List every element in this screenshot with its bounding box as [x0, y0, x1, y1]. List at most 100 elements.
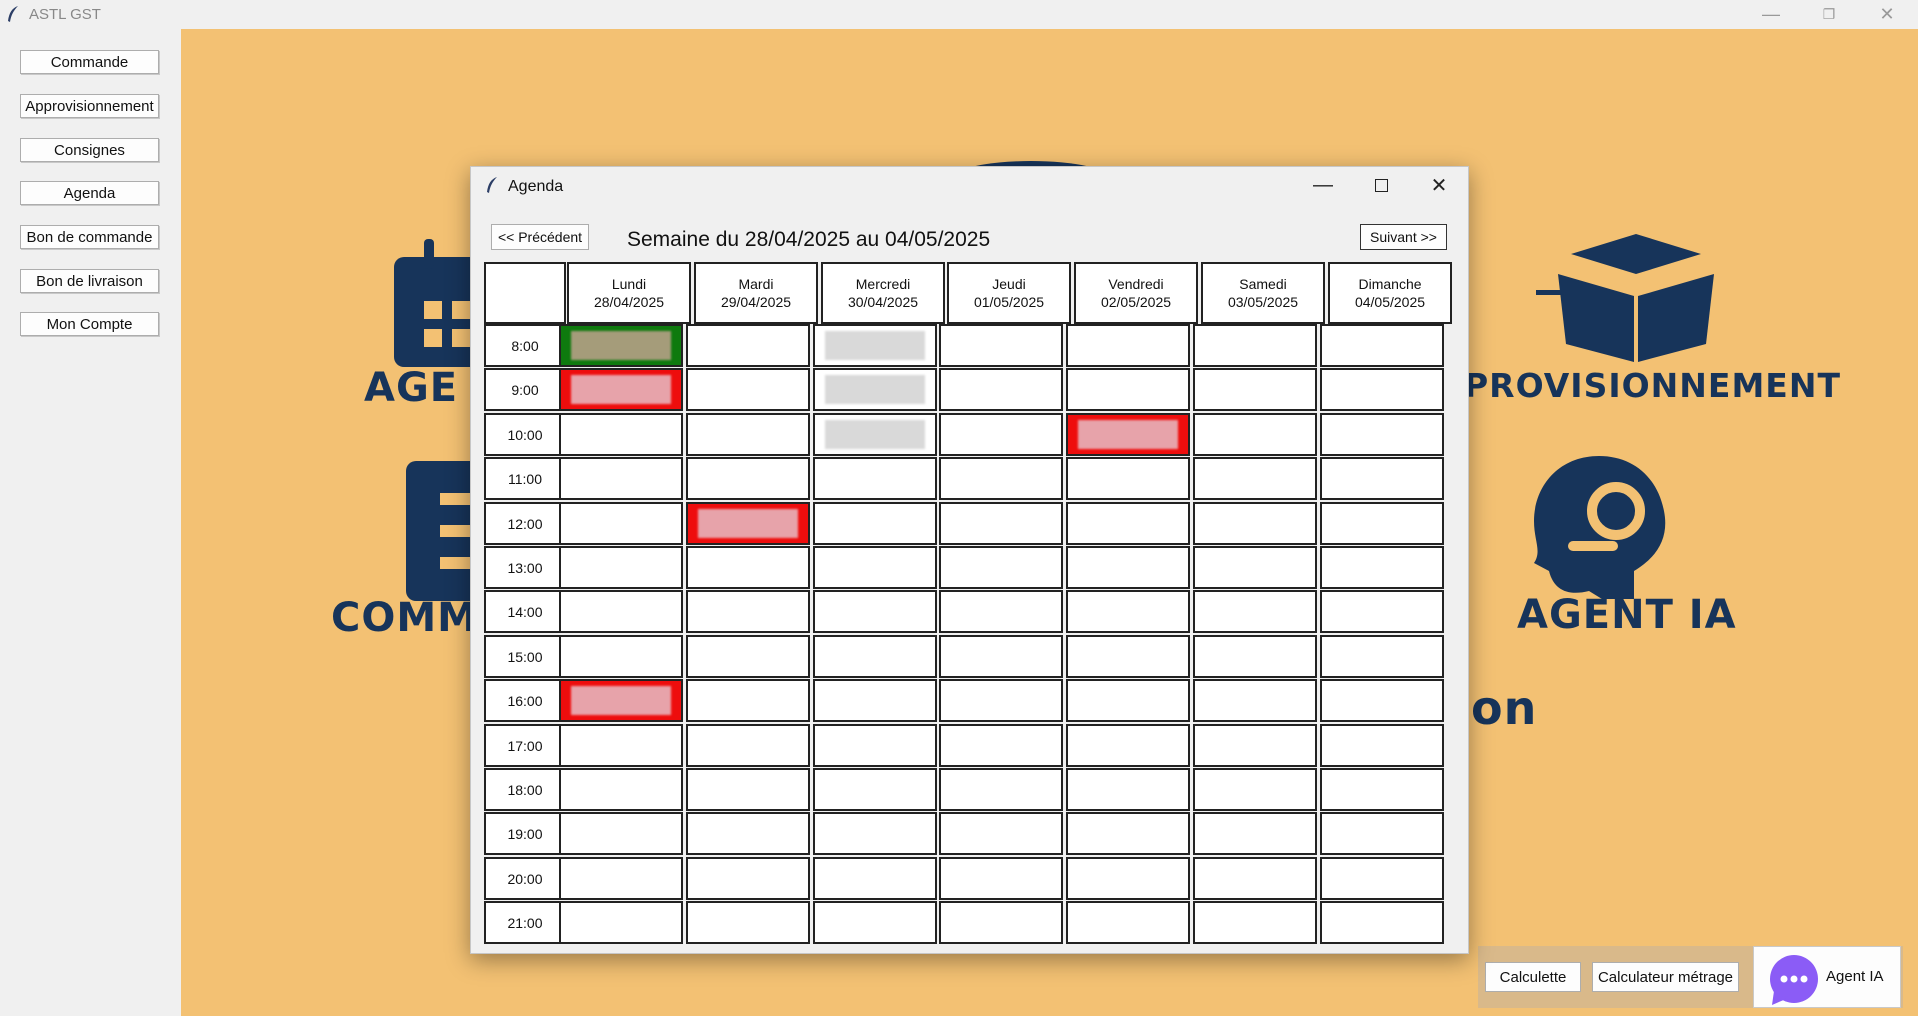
agenda-slot[interactable]: [939, 724, 1063, 767]
agenda-slot[interactable]: [1193, 546, 1317, 589]
calculateur-metrage-button[interactable]: Calculateur métrage: [1592, 962, 1739, 992]
agenda-slot[interactable]: [686, 413, 810, 456]
agenda-slot[interactable]: [1066, 546, 1190, 589]
sidebar-item-commande[interactable]: Commande: [20, 50, 159, 74]
agenda-slot[interactable]: [813, 635, 937, 678]
agenda-slot[interactable]: [1193, 324, 1317, 367]
agenda-slot[interactable]: [813, 502, 937, 545]
agenda-slot[interactable]: [813, 901, 937, 944]
agenda-slot[interactable]: [559, 546, 683, 589]
agenda-slot[interactable]: [1193, 635, 1317, 678]
agenda-slot[interactable]: [1193, 679, 1317, 722]
agenda-slot[interactable]: [813, 679, 937, 722]
agenda-slot[interactable]: [813, 590, 937, 633]
agenda-slot[interactable]: [1320, 457, 1444, 500]
agenda-slot[interactable]: [1320, 413, 1444, 456]
sidebar-item-bon-de-livraison[interactable]: Bon de livraison: [20, 269, 159, 293]
agenda-slot[interactable]: [1193, 502, 1317, 545]
agenda-slot[interactable]: [1320, 812, 1444, 855]
agenda-slot[interactable]: [1320, 590, 1444, 633]
agenda-slot[interactable]: [813, 857, 937, 900]
agenda-event[interactable]: [559, 679, 683, 722]
agenda-slot[interactable]: [1066, 457, 1190, 500]
agenda-slot[interactable]: [1320, 679, 1444, 722]
agenda-slot[interactable]: [939, 679, 1063, 722]
agenda-slot[interactable]: [1066, 768, 1190, 811]
agenda-event[interactable]: [686, 502, 810, 545]
calculette-button[interactable]: Calculette: [1485, 962, 1581, 992]
agenda-slot[interactable]: [1066, 901, 1190, 944]
agenda-slot[interactable]: [939, 857, 1063, 900]
agenda-event[interactable]: [1066, 413, 1190, 456]
sidebar-item-approvisionnement[interactable]: Approvisionnement: [20, 94, 159, 118]
agenda-slot[interactable]: [559, 502, 683, 545]
agenda-slot[interactable]: [1320, 324, 1444, 367]
agenda-slot[interactable]: [686, 635, 810, 678]
agenda-slot[interactable]: [559, 457, 683, 500]
agenda-slot[interactable]: [1066, 724, 1190, 767]
agenda-slot[interactable]: [1066, 502, 1190, 545]
agenda-slot[interactable]: [559, 724, 683, 767]
sidebar-item-mon-compte[interactable]: Mon Compte: [20, 312, 159, 336]
agenda-slot[interactable]: [939, 546, 1063, 589]
agenda-slot[interactable]: [686, 368, 810, 411]
agenda-slot[interactable]: [939, 502, 1063, 545]
agenda-slot[interactable]: [686, 857, 810, 900]
agent-ia-button[interactable]: Agent IA: [1753, 946, 1901, 1008]
agenda-slot[interactable]: [686, 590, 810, 633]
agenda-slot[interactable]: [686, 546, 810, 589]
agenda-slot[interactable]: [813, 457, 937, 500]
agenda-event[interactable]: [559, 324, 683, 367]
agenda-slot[interactable]: [939, 812, 1063, 855]
agenda-slot[interactable]: [1320, 857, 1444, 900]
sidebar-item-bon-de-commande[interactable]: Bon de commande: [20, 225, 159, 249]
agenda-slot[interactable]: [686, 679, 810, 722]
agenda-slot[interactable]: [939, 768, 1063, 811]
agenda-slot[interactable]: [1320, 635, 1444, 678]
agenda-minimize-button[interactable]: —: [1294, 167, 1352, 203]
agenda-slot[interactable]: [1193, 724, 1317, 767]
agenda-slot[interactable]: [1320, 546, 1444, 589]
agenda-slot[interactable]: [1193, 368, 1317, 411]
agenda-slot[interactable]: [1066, 324, 1190, 367]
agenda-slot[interactable]: [686, 724, 810, 767]
agenda-slot[interactable]: [939, 457, 1063, 500]
agenda-slot[interactable]: [1066, 635, 1190, 678]
agenda-slot[interactable]: [813, 768, 937, 811]
agenda-close-button[interactable]: ✕: [1410, 167, 1468, 203]
agenda-slot[interactable]: [1320, 368, 1444, 411]
agenda-event[interactable]: [813, 324, 937, 367]
restore-button[interactable]: ❐: [1800, 0, 1858, 29]
agenda-slot[interactable]: [686, 768, 810, 811]
agenda-slot[interactable]: [559, 590, 683, 633]
sidebar-item-agenda[interactable]: Agenda: [20, 181, 159, 205]
agenda-slot[interactable]: [1193, 768, 1317, 811]
agenda-slot[interactable]: [559, 413, 683, 456]
agenda-slot[interactable]: [939, 901, 1063, 944]
close-button[interactable]: ✕: [1858, 0, 1916, 29]
agenda-slot[interactable]: [559, 901, 683, 944]
agenda-slot[interactable]: [686, 457, 810, 500]
agenda-slot[interactable]: [939, 368, 1063, 411]
agenda-slot[interactable]: [1320, 502, 1444, 545]
agenda-slot[interactable]: [686, 901, 810, 944]
agenda-slot[interactable]: [559, 812, 683, 855]
agenda-slot[interactable]: [1066, 812, 1190, 855]
agenda-event[interactable]: [813, 413, 937, 456]
agenda-slot[interactable]: [1066, 679, 1190, 722]
agenda-slot[interactable]: [686, 324, 810, 367]
next-week-button[interactable]: Suivant >>: [1360, 224, 1447, 250]
agenda-slot[interactable]: [559, 635, 683, 678]
agenda-maximize-button[interactable]: [1352, 167, 1410, 203]
agenda-slot[interactable]: [559, 768, 683, 811]
minimize-button[interactable]: —: [1742, 0, 1800, 29]
agenda-slot[interactable]: [1320, 724, 1444, 767]
agenda-slot[interactable]: [1320, 768, 1444, 811]
agenda-slot[interactable]: [1066, 590, 1190, 633]
agenda-event[interactable]: [813, 368, 937, 411]
agenda-slot[interactable]: [1193, 812, 1317, 855]
agenda-slot[interactable]: [1193, 457, 1317, 500]
agenda-slot[interactable]: [1193, 590, 1317, 633]
sidebar-item-consignes[interactable]: Consignes: [20, 138, 159, 162]
agenda-slot[interactable]: [1066, 368, 1190, 411]
